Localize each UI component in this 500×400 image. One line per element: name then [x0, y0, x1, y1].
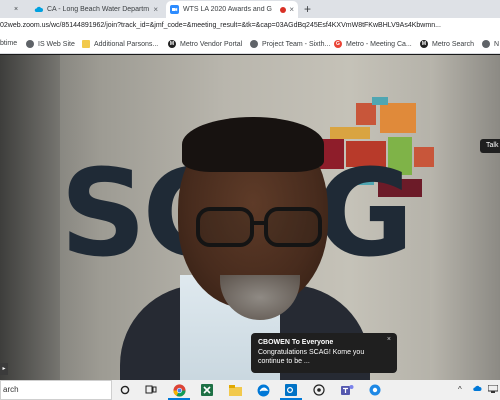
teams-icon[interactable]: [340, 383, 354, 397]
close-icon[interactable]: ×: [387, 336, 391, 343]
excel-icon[interactable]: [200, 383, 214, 397]
background-wall: [0, 55, 60, 380]
taskbar-search-input[interactable]: arch: [0, 380, 112, 400]
folder-icon: [82, 40, 90, 48]
scag-logo-tile: [372, 97, 388, 105]
background-wall: [430, 55, 500, 380]
browser-tab-strip: × CA - Long Beach Water Departm × WTS LA…: [0, 0, 500, 18]
email-app-icon[interactable]: [312, 383, 326, 397]
browser-app-icon[interactable]: [368, 383, 382, 397]
task-view-icon[interactable]: [144, 383, 158, 397]
show-hidden-icons[interactable]: ^: [458, 385, 462, 394]
zoom-video-feed: SCAG Talk: [0, 55, 500, 380]
cloud-icon: [34, 5, 43, 14]
globe-icon: [482, 40, 490, 48]
metro-icon: M: [420, 40, 428, 48]
bookmarks-bar: btime IS Web Site Additional Parsons... …: [0, 36, 500, 54]
chat-message: Congratulations SCAG! Kome you continue …: [258, 349, 365, 365]
scag-logo-tile: [380, 103, 416, 133]
bookmark-n[interactable]: N: [482, 40, 499, 48]
talking-indicator[interactable]: Talk: [480, 139, 500, 153]
bookmark-metro-search[interactable]: M Metro Search: [420, 40, 474, 48]
tab-title: CA - Long Beach Water Departm: [47, 6, 150, 13]
file-explorer-icon[interactable]: [228, 383, 242, 397]
zoom-icon: [170, 5, 179, 14]
chrome-icon[interactable]: [172, 383, 186, 397]
tab-long-beach-water[interactable]: CA - Long Beach Water Departm ×: [30, 1, 162, 18]
bookmark-metro-vendor-portal[interactable]: M Metro Vendor Portal: [168, 40, 242, 48]
globe-icon: [250, 40, 258, 48]
metro-icon: M: [168, 40, 176, 48]
bookmark-is-web-site[interactable]: IS Web Site: [26, 40, 75, 48]
url-text[interactable]: 02web.zoom.us/wc/85144891962/join?track_…: [0, 22, 441, 29]
bookmark-btime[interactable]: btime: [0, 40, 17, 47]
new-tab-button[interactable]: +: [304, 2, 311, 16]
person-hair: [182, 117, 324, 172]
glasses-icon: [188, 207, 328, 247]
network-icon[interactable]: [487, 384, 499, 395]
chat-notification[interactable]: × CBOWEN To Everyone Congratulations SCA…: [251, 333, 397, 373]
scag-logo-tile: [356, 103, 376, 125]
google-icon: G: [334, 40, 342, 48]
expand-icon[interactable]: ▸: [0, 363, 8, 375]
globe-icon: [26, 40, 34, 48]
bookmark-metro-meeting[interactable]: G Metro - Meeting Ca...: [334, 40, 412, 48]
tab-wts-la-awards[interactable]: WTS LA 2020 Awards and G ×: [166, 1, 298, 18]
recording-icon: [280, 6, 287, 13]
onedrive-icon[interactable]: [472, 385, 482, 394]
edge-icon[interactable]: [256, 383, 270, 397]
tab-title: WTS LA 2020 Awards and G: [183, 6, 272, 13]
scag-logo-tile: [330, 127, 370, 139]
bookmark-additional-parsons[interactable]: Additional Parsons...: [82, 40, 158, 48]
bookmark-project-team[interactable]: Project Team - Sixth...: [250, 40, 330, 48]
tab-close-button[interactable]: ×: [14, 1, 26, 18]
outlook-icon[interactable]: [284, 383, 298, 397]
tab-close-icon[interactable]: ×: [153, 5, 158, 14]
windows-taskbar: arch ^: [0, 380, 500, 400]
tab-close-icon[interactable]: ×: [289, 5, 294, 14]
chat-sender: CBOWEN To Everyone: [258, 339, 334, 346]
address-bar[interactable]: 02web.zoom.us/wc/85144891962/join?track_…: [0, 18, 500, 36]
scag-logo-tile: [414, 147, 434, 167]
cortana-icon[interactable]: [118, 383, 132, 397]
